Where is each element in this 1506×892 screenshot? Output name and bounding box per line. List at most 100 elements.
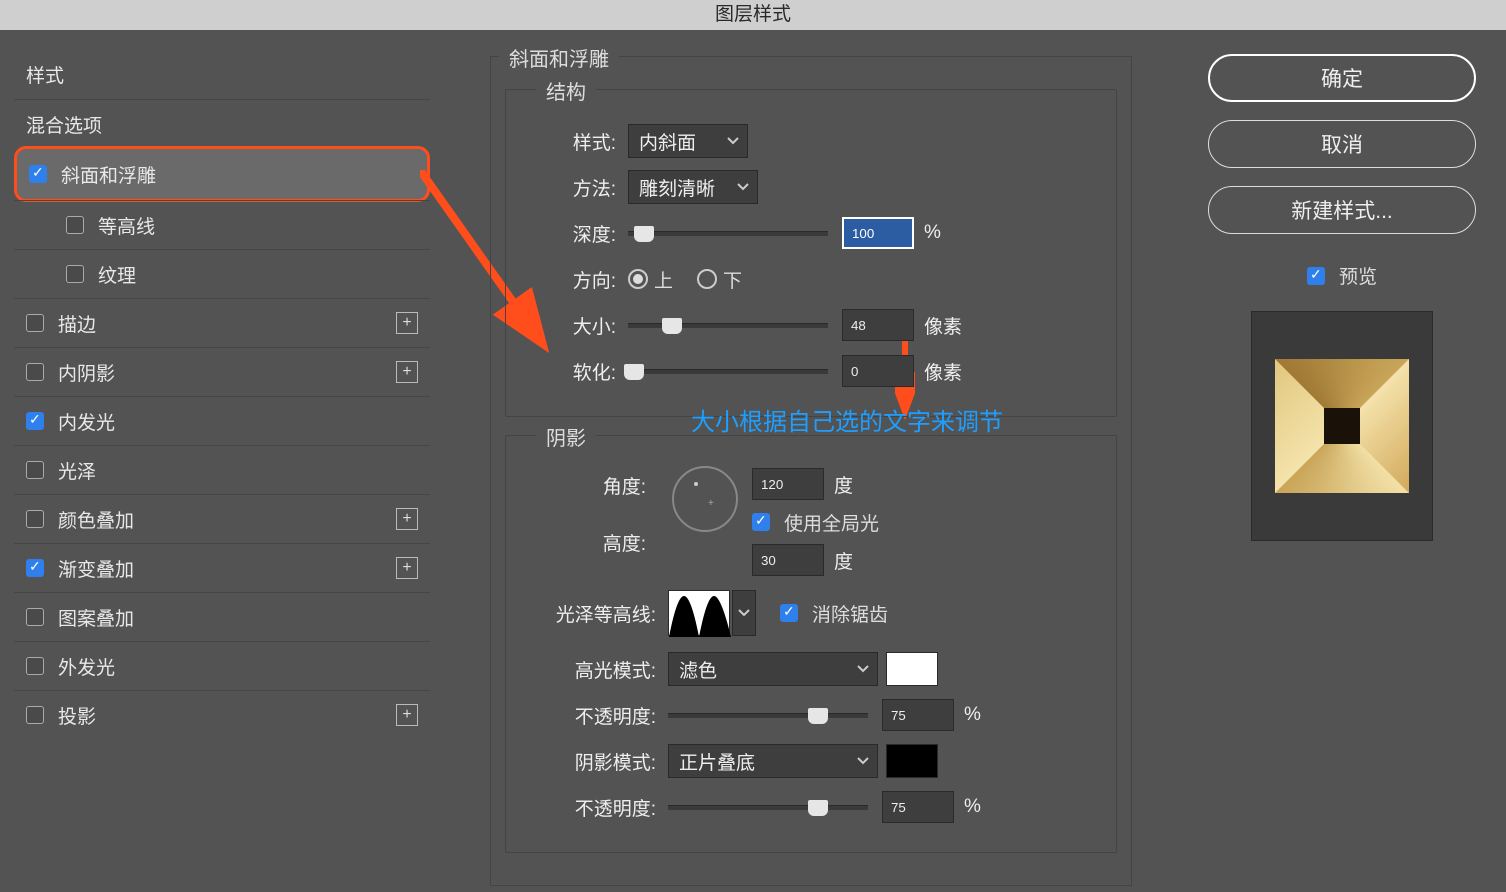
highlight-opacity-unit: % bbox=[964, 704, 981, 726]
sidebar-item-label: 描边 bbox=[58, 310, 96, 337]
depth-label: 深度: bbox=[526, 220, 616, 247]
soften-input[interactable] bbox=[842, 355, 914, 387]
altitude-input[interactable] bbox=[752, 544, 824, 576]
plus-icon[interactable]: + bbox=[396, 508, 418, 530]
gloss-contour-label: 光泽等高线: bbox=[526, 600, 656, 627]
shadow-color-swatch[interactable] bbox=[886, 744, 938, 778]
checkbox-icon[interactable] bbox=[66, 216, 84, 234]
sidebar-item-inner-glow[interactable]: 内发光 bbox=[14, 396, 430, 445]
ok-button[interactable]: 确定 bbox=[1208, 54, 1476, 102]
style-select[interactable]: 内斜面 bbox=[628, 124, 748, 158]
shadow-mode-select[interactable]: 正片叠底 bbox=[668, 744, 878, 778]
sidebar-item-contour[interactable]: 等高线 bbox=[14, 200, 430, 249]
sidebar-item-stroke[interactable]: 描边 + bbox=[14, 298, 430, 347]
highlight-color-swatch[interactable] bbox=[886, 652, 938, 686]
sidebar-item-label: 等高线 bbox=[98, 212, 155, 239]
direction-label: 方向: bbox=[526, 266, 616, 293]
direction-down-label: 下 bbox=[723, 266, 742, 293]
plus-icon[interactable]: + bbox=[396, 557, 418, 579]
contour-preview[interactable] bbox=[668, 590, 730, 636]
soften-slider[interactable] bbox=[628, 369, 828, 374]
highlight-opacity-input[interactable] bbox=[882, 699, 954, 731]
sidebar-item-label: 渐变叠加 bbox=[58, 555, 134, 582]
checkbox-icon[interactable] bbox=[26, 657, 44, 675]
shadow-mode-label: 阴影模式: bbox=[526, 748, 656, 775]
contour-dropdown[interactable] bbox=[732, 590, 756, 636]
checkbox-icon[interactable] bbox=[26, 314, 44, 332]
antialias-checkbox[interactable] bbox=[780, 604, 798, 622]
sidebar-item-label: 斜面和浮雕 bbox=[61, 161, 156, 188]
sidebar-item-gradient-overlay[interactable]: 渐变叠加 + bbox=[14, 543, 430, 592]
window-title: 图层样式 bbox=[0, 0, 1506, 30]
chevron-down-icon bbox=[737, 183, 749, 191]
annotation-text: 大小根据自己选的文字来调节 bbox=[691, 402, 1003, 437]
chevron-down-icon bbox=[857, 665, 869, 673]
angle-dial[interactable]: + bbox=[672, 466, 738, 532]
plus-icon[interactable]: + bbox=[396, 361, 418, 383]
sidebar-item-label: 投影 bbox=[58, 702, 96, 729]
settings-panel: 斜面和浮雕 结构 样式: 内斜面 方法: 雕刻清晰 bbox=[490, 50, 1132, 892]
sidebar-item-drop-shadow[interactable]: 投影 + bbox=[14, 690, 430, 739]
technique-label: 方法: bbox=[526, 174, 616, 201]
checkbox-icon[interactable] bbox=[26, 559, 44, 577]
highlight-mode-select[interactable]: 滤色 bbox=[668, 652, 878, 686]
size-slider[interactable] bbox=[628, 323, 828, 328]
direction-up-radio[interactable] bbox=[628, 269, 648, 289]
depth-input[interactable] bbox=[842, 217, 914, 249]
shading-group-title: 阴影 bbox=[536, 422, 596, 451]
checkbox-icon[interactable] bbox=[26, 412, 44, 430]
sidebar-item-outer-glow[interactable]: 外发光 bbox=[14, 641, 430, 690]
sidebar-item-pattern-overlay[interactable]: 图案叠加 bbox=[14, 592, 430, 641]
soften-label: 软化: bbox=[526, 358, 616, 385]
highlight-opacity-slider[interactable] bbox=[668, 713, 868, 718]
size-input[interactable] bbox=[842, 309, 914, 341]
sidebar-blending-options[interactable]: 混合选项 bbox=[14, 99, 430, 148]
sidebar-item-inner-shadow[interactable]: 内阴影 + bbox=[14, 347, 430, 396]
global-light-checkbox[interactable] bbox=[752, 513, 770, 531]
action-panel: 确定 取消 新建样式... 预览 bbox=[1192, 50, 1492, 892]
sidebar-item-satin[interactable]: 光泽 bbox=[14, 445, 430, 494]
style-label: 样式: bbox=[526, 128, 616, 155]
plus-icon[interactable]: + bbox=[396, 704, 418, 726]
sidebar-item-label: 外发光 bbox=[58, 653, 115, 680]
sidebar-item-texture[interactable]: 纹理 bbox=[14, 249, 430, 298]
checkbox-icon[interactable] bbox=[26, 363, 44, 381]
shadow-opacity-label: 不透明度: bbox=[526, 794, 656, 821]
chevron-down-icon bbox=[857, 757, 869, 765]
cancel-button[interactable]: 取消 bbox=[1208, 120, 1476, 168]
preview-label: 预览 bbox=[1339, 262, 1377, 289]
altitude-label: 高度: bbox=[526, 529, 646, 556]
direction-down-radio[interactable] bbox=[697, 269, 717, 289]
angle-input[interactable] bbox=[752, 468, 824, 500]
depth-slider[interactable] bbox=[628, 231, 828, 236]
sidebar-item-bevel-emboss[interactable]: 斜面和浮雕 bbox=[14, 146, 430, 202]
panel-title: 斜面和浮雕 bbox=[499, 43, 619, 72]
checkbox-icon[interactable] bbox=[26, 510, 44, 528]
checkbox-icon[interactable] bbox=[26, 461, 44, 479]
sidebar-item-label: 内阴影 bbox=[58, 359, 115, 386]
preview-thumbnail bbox=[1251, 311, 1433, 541]
chevron-down-icon bbox=[727, 137, 739, 145]
sidebar-item-label: 内发光 bbox=[58, 408, 115, 435]
checkbox-icon[interactable] bbox=[29, 165, 47, 183]
preview-checkbox[interactable] bbox=[1307, 267, 1325, 285]
technique-select[interactable]: 雕刻清晰 bbox=[628, 170, 758, 204]
shadow-opacity-unit: % bbox=[964, 796, 981, 818]
new-style-button[interactable]: 新建样式... bbox=[1208, 186, 1476, 234]
altitude-unit: 度 bbox=[834, 547, 853, 574]
checkbox-icon[interactable] bbox=[26, 706, 44, 724]
sidebar-item-label: 纹理 bbox=[98, 261, 136, 288]
plus-icon[interactable]: + bbox=[396, 312, 418, 334]
sidebar-item-label: 颜色叠加 bbox=[58, 506, 134, 533]
effects-sidebar: 样式 混合选项 斜面和浮雕 等高线 纹理 描边 + 内阴影 + 内发光 bbox=[14, 50, 430, 892]
sidebar-item-color-overlay[interactable]: 颜色叠加 + bbox=[14, 494, 430, 543]
structure-group-title: 结构 bbox=[536, 76, 596, 105]
direction-up-label: 上 bbox=[654, 266, 673, 293]
highlight-opacity-label: 不透明度: bbox=[526, 702, 656, 729]
checkbox-icon[interactable] bbox=[66, 265, 84, 283]
sidebar-item-label: 光泽 bbox=[58, 457, 96, 484]
shadow-opacity-input[interactable] bbox=[882, 791, 954, 823]
sidebar-styles-header[interactable]: 样式 bbox=[14, 50, 430, 99]
checkbox-icon[interactable] bbox=[26, 608, 44, 626]
shadow-opacity-slider[interactable] bbox=[668, 805, 868, 810]
